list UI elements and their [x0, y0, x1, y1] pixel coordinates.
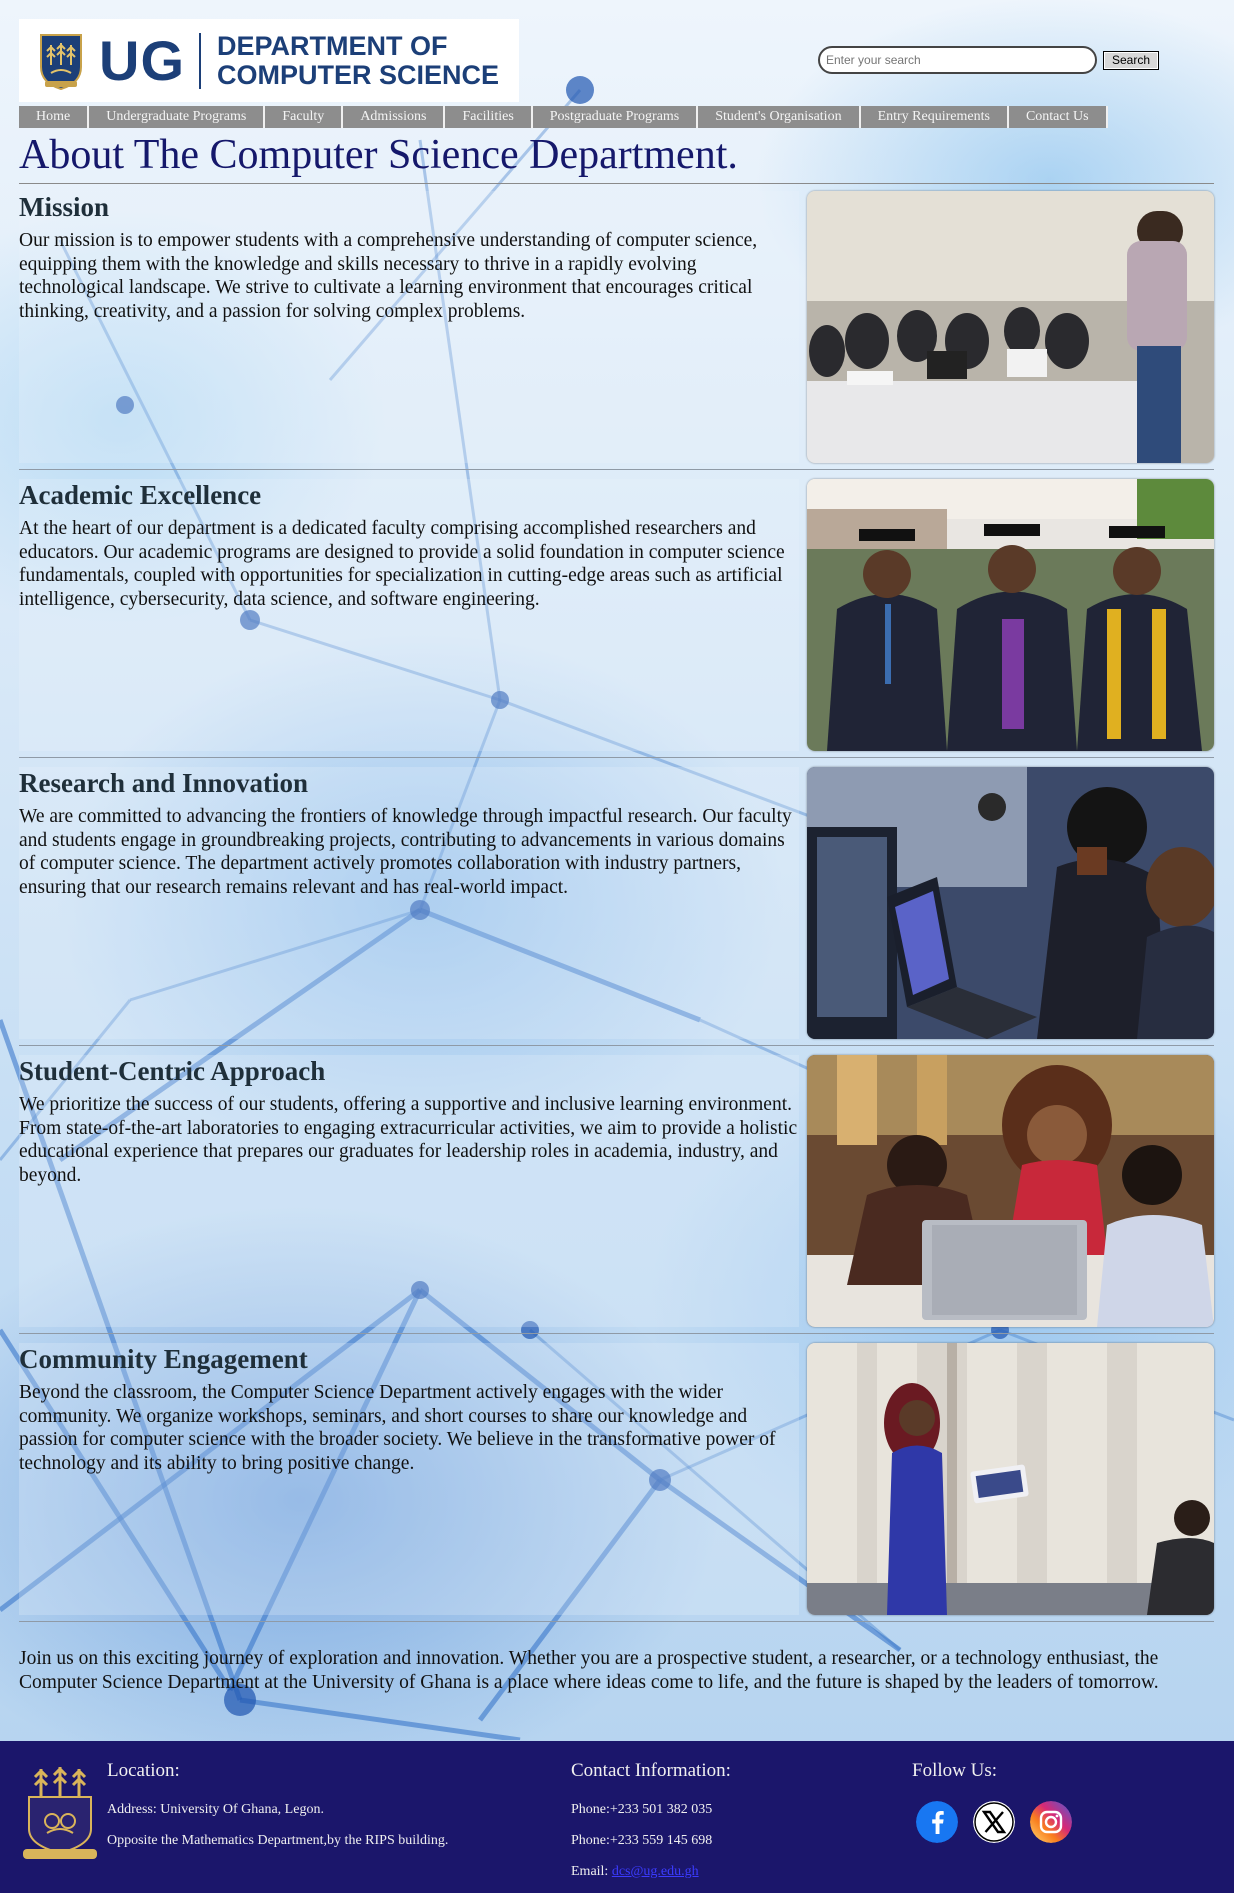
- footer-landmark: Opposite the Mathematics Department,by t…: [107, 1833, 449, 1848]
- section-divider: [19, 757, 1214, 758]
- nav-item-undergraduate-programs[interactable]: Undergraduate Programs: [89, 106, 266, 128]
- academic-excellence-photo: [807, 479, 1214, 751]
- search-input[interactable]: [818, 46, 1097, 74]
- ug-crest-icon: [23, 1766, 97, 1859]
- logo-dept-line1: DEPARTMENT OF: [217, 30, 448, 61]
- search-button[interactable]: Search: [1103, 50, 1160, 70]
- section-community-engagement: Community Engagement Beyond the classroo…: [19, 1343, 1214, 1615]
- student-centric-photo: [807, 1055, 1214, 1327]
- footer-location-heading: Location:: [107, 1760, 180, 1781]
- section-body: We are committed to advancing the fronti…: [19, 806, 792, 898]
- nav-item-students-organisation[interactable]: Student's Organisation: [698, 106, 861, 128]
- title-divider: [19, 183, 1214, 184]
- section-heading: Community Engagement: [19, 1344, 308, 1374]
- section-student-centric: Student-Centric Approach We prioritize t…: [19, 1055, 1214, 1327]
- nav-item-contact-us[interactable]: Contact Us: [1008, 106, 1108, 128]
- search-bar: Search: [818, 46, 1160, 74]
- section-heading: Student-Centric Approach: [19, 1056, 326, 1086]
- logo-dept-line2: COMPUTER SCIENCE: [217, 59, 500, 90]
- nav-item-faculty[interactable]: Faculty: [265, 106, 344, 128]
- nav-item-postgraduate-programs[interactable]: Postgraduate Programs: [532, 106, 699, 128]
- logo-divider: [199, 32, 201, 89]
- footer-address: Address: University Of Ghana, Legon.: [107, 1802, 324, 1817]
- mission-photo: [807, 191, 1214, 463]
- main-nav: Home Undergraduate Programs Faculty Admi…: [19, 106, 1108, 128]
- footer-phone-2: Phone:+233 559 145 698: [571, 1833, 713, 1848]
- section-body: Our mission is to empower students with …: [19, 230, 758, 322]
- x-icon[interactable]: [973, 1801, 1015, 1843]
- section-body: Beyond the classroom, the Computer Scien…: [19, 1382, 776, 1474]
- community-engagement-photo: [807, 1343, 1214, 1615]
- page-title: About The Computer Science Department.: [19, 132, 738, 178]
- logo-ug-text: UG: [99, 28, 185, 92]
- closing-paragraph: Join us on this exciting journey of expl…: [19, 1648, 1159, 1693]
- facebook-icon[interactable]: [916, 1801, 958, 1843]
- section-divider: [19, 469, 1214, 470]
- nav-item-admissions[interactable]: Admissions: [343, 106, 446, 128]
- section-heading: Research and Innovation: [19, 768, 309, 798]
- section-body: At the heart of our department is a dedi…: [19, 518, 785, 610]
- section-heading: Mission: [19, 192, 110, 222]
- footer-email-link[interactable]: dcs@ug.edu.gh: [612, 1864, 699, 1879]
- section-mission: Mission Our mission is to empower studen…: [19, 191, 1214, 463]
- section-research-innovation: Research and Innovation We are committed…: [19, 767, 1214, 1039]
- research-innovation-photo: [807, 767, 1214, 1039]
- section-divider: [19, 1333, 1214, 1334]
- section-academic-excellence: Academic Excellence At the heart of our …: [19, 479, 1214, 751]
- footer-phone-1: Phone:+233 501 382 035: [571, 1802, 713, 1817]
- site-logo[interactable]: UG DEPARTMENT OF COMPUTER SCIENCE: [19, 19, 519, 102]
- footer-contact-heading: Contact Information:: [571, 1760, 731, 1781]
- footer-email-line: Email: dcs@ug.edu.gh: [571, 1863, 699, 1881]
- section-heading: Academic Excellence: [19, 480, 262, 510]
- footer-follow-heading: Follow Us:: [912, 1760, 997, 1781]
- nav-item-entry-requirements[interactable]: Entry Requirements: [860, 106, 1009, 128]
- nav-item-facilities[interactable]: Facilities: [445, 106, 533, 128]
- section-divider: [19, 1045, 1214, 1046]
- nav-item-home[interactable]: Home: [19, 106, 90, 128]
- site-footer: Location: Address: University Of Ghana, …: [0, 1741, 1234, 1893]
- section-divider: [19, 1621, 1214, 1622]
- footer-email-label: Email:: [571, 1864, 609, 1879]
- logo-department-name: DEPARTMENT OF COMPUTER SCIENCE: [217, 30, 500, 90]
- section-body: We prioritize the success of our student…: [19, 1094, 798, 1186]
- ug-crest-icon: [40, 33, 82, 90]
- instagram-icon[interactable]: [1030, 1801, 1072, 1843]
